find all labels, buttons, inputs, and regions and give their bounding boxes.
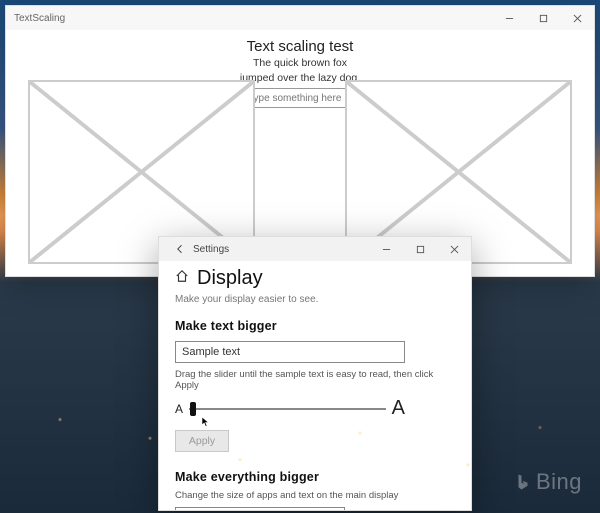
cursor-icon bbox=[201, 415, 213, 427]
back-button[interactable] bbox=[167, 237, 193, 261]
maximize-button[interactable] bbox=[403, 237, 437, 261]
page-title: Display bbox=[197, 267, 263, 290]
home-icon[interactable] bbox=[175, 269, 189, 288]
slider-min-label: A bbox=[175, 402, 183, 416]
close-button[interactable] bbox=[560, 6, 594, 30]
text-size-slider[interactable] bbox=[189, 401, 386, 417]
section-heading-everything: Make everything bigger bbox=[175, 470, 455, 484]
apply-button[interactable]: Apply bbox=[175, 430, 229, 452]
breadcrumb: Display bbox=[175, 267, 455, 290]
window-title: Settings bbox=[193, 244, 229, 255]
page-heading: Text scaling test bbox=[247, 38, 354, 55]
section-description: Change the size of apps and text on the … bbox=[175, 490, 455, 501]
maximize-button[interactable] bbox=[526, 6, 560, 30]
minimize-button[interactable] bbox=[492, 6, 526, 30]
slider-max-label: A bbox=[392, 397, 405, 420]
sample-text-field[interactable] bbox=[175, 341, 405, 363]
minimize-button[interactable] bbox=[369, 237, 403, 261]
slider-thumb[interactable] bbox=[190, 402, 196, 416]
sample-text-line1: The quick brown fox bbox=[253, 57, 347, 70]
textscaling-titlebar[interactable]: TextScaling bbox=[6, 6, 594, 30]
desktop-wallpaper: TextScaling Text scaling test The quick … bbox=[0, 0, 600, 513]
settings-titlebar[interactable]: Settings bbox=[159, 237, 471, 261]
close-button[interactable] bbox=[437, 237, 471, 261]
page-subtitle: Make your display easier to see. bbox=[175, 294, 455, 305]
slider-hint: Drag the slider until the sample text is… bbox=[175, 369, 455, 391]
window-title: TextScaling bbox=[14, 13, 65, 24]
bing-watermark: Bing bbox=[514, 469, 582, 495]
scale-combobox[interactable]: 200% (Recommended) bbox=[175, 507, 345, 510]
section-heading-text: Make text bigger bbox=[175, 319, 455, 333]
settings-window: Settings Display Make your display easie… bbox=[158, 236, 472, 511]
